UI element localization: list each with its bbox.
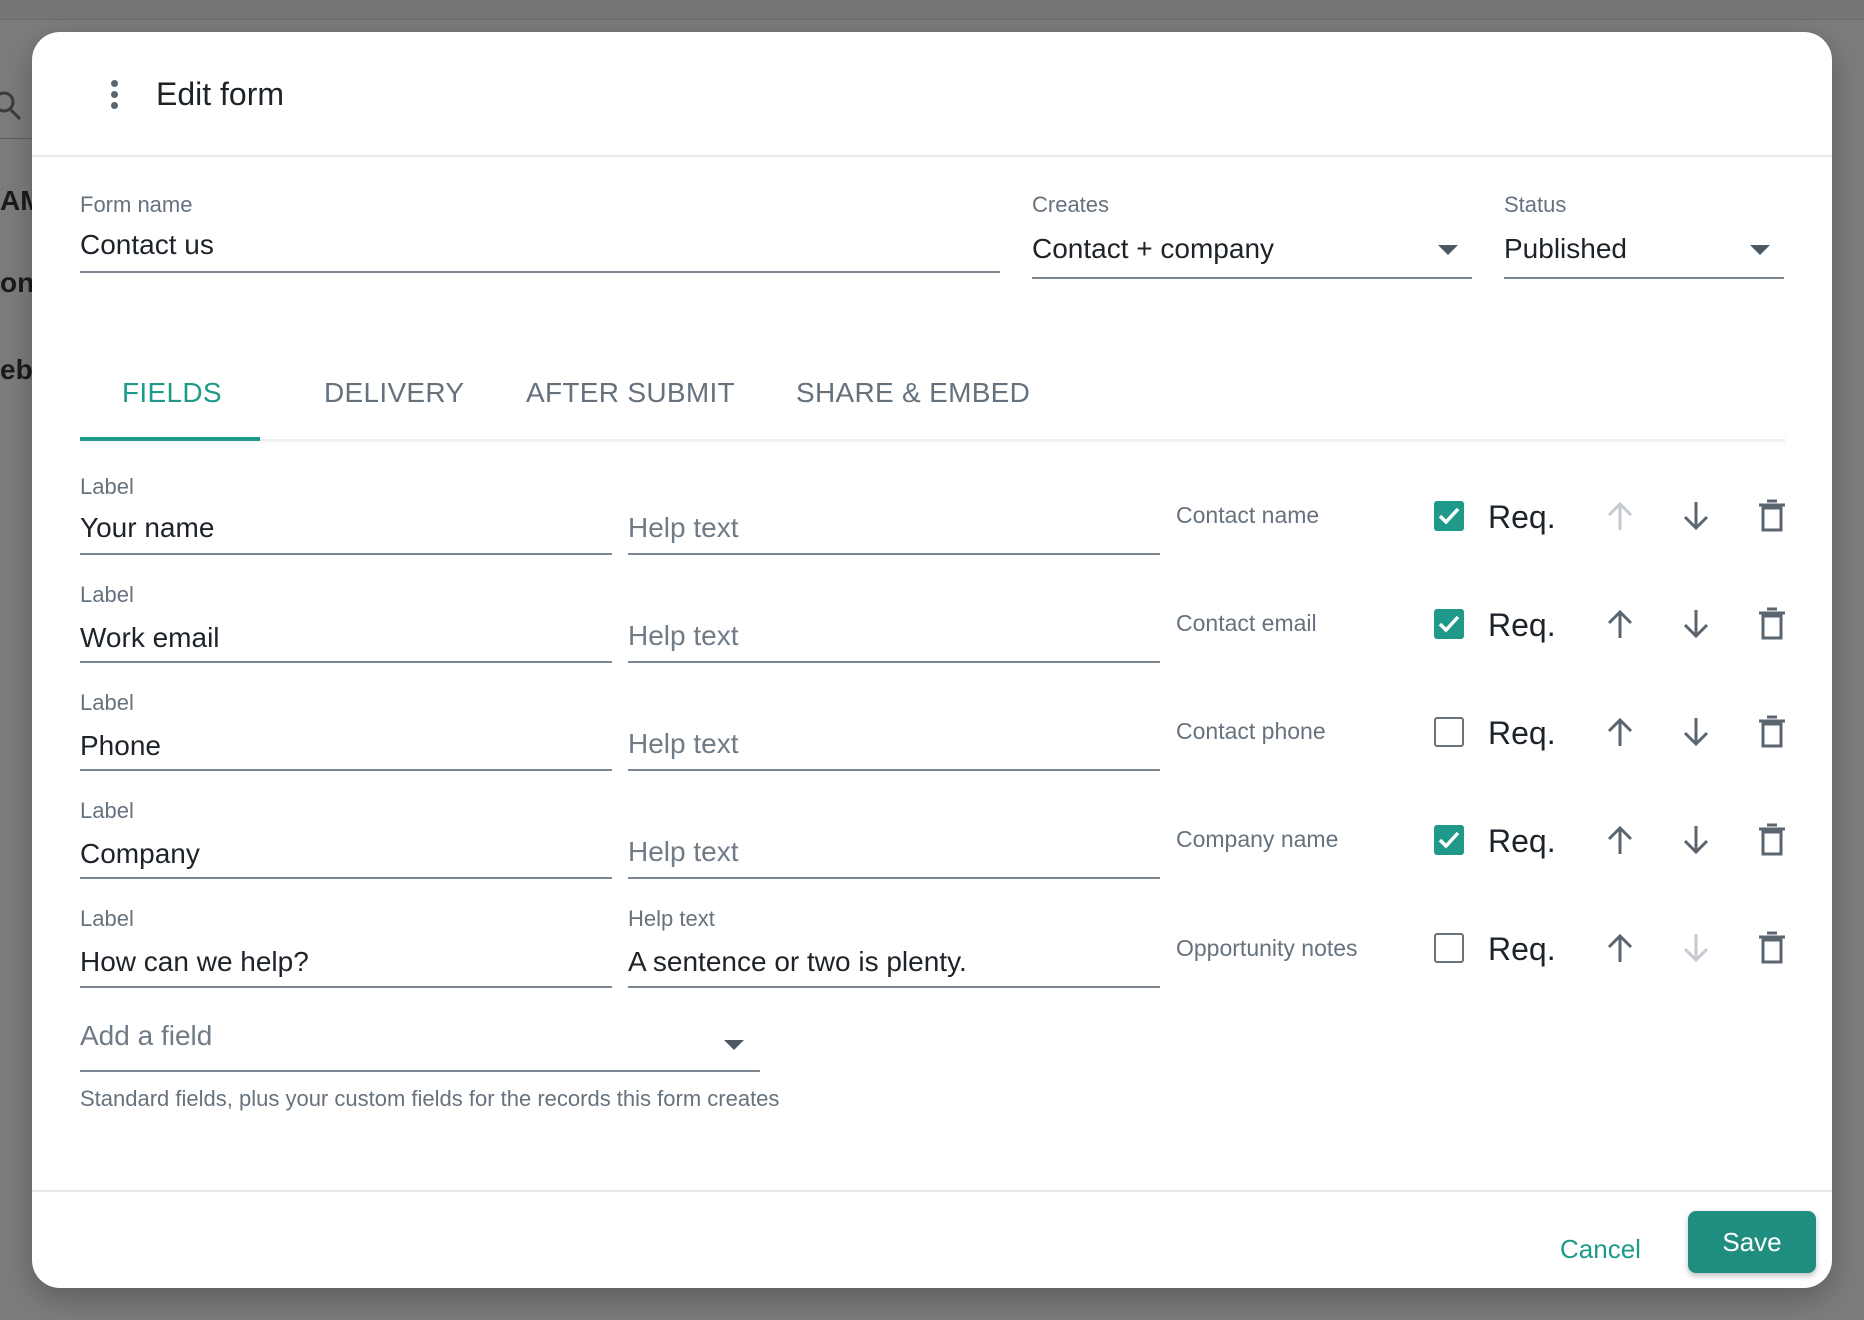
tab-share-embed[interactable]: SHARE & EMBED xyxy=(796,377,1030,409)
tab-after-submit[interactable]: AFTER SUBMIT xyxy=(526,377,735,409)
background-search-icon xyxy=(0,90,24,121)
help-text-input[interactable]: Help text xyxy=(628,728,739,760)
arrow-up-icon[interactable] xyxy=(1602,930,1638,966)
field-row: Label Phone Help text Contact phone Req. xyxy=(32,658,1832,771)
check-icon xyxy=(1438,615,1460,633)
field-mapping: Company name xyxy=(1176,826,1339,852)
help-text-input[interactable]: Help text xyxy=(628,836,739,868)
required-checkbox[interactable] xyxy=(1434,609,1464,639)
field-mapping: Contact phone xyxy=(1176,718,1326,744)
arrow-down-icon[interactable] xyxy=(1678,606,1714,642)
form-name-underline xyxy=(80,271,1000,273)
status-label: Status xyxy=(1504,192,1567,217)
delete-icon[interactable] xyxy=(1754,714,1790,750)
arrow-up-icon[interactable] xyxy=(1602,498,1638,534)
label-caption: Label xyxy=(80,474,134,499)
add-field-helper-text: Standard fields, plus your custom fields… xyxy=(80,1086,780,1111)
field-row: Label Work email Help text Contact email… xyxy=(32,550,1832,663)
chevron-down-icon[interactable] xyxy=(1750,245,1770,255)
required-label: Req. xyxy=(1488,607,1556,643)
field-label-input[interactable]: Work email xyxy=(80,622,220,654)
label-caption: Label xyxy=(80,798,134,823)
chevron-down-icon[interactable] xyxy=(724,1040,744,1050)
field-label-input[interactable]: Phone xyxy=(80,730,161,762)
field-row: Label Company Help text Company name Req… xyxy=(32,766,1832,879)
required-checkbox[interactable] xyxy=(1434,717,1464,747)
field-label-input[interactable]: Company xyxy=(80,838,200,870)
required-checkbox[interactable] xyxy=(1434,501,1464,531)
background-app-bar xyxy=(0,0,1864,20)
form-tabs: FIELDS DELIVERY AFTER SUBMIT SHARE & EMB… xyxy=(80,337,1785,441)
more-vert-icon[interactable] xyxy=(102,80,126,114)
arrow-down-icon[interactable] xyxy=(1678,714,1714,750)
help-caption: Help text xyxy=(628,906,715,931)
chevron-down-icon[interactable] xyxy=(1438,245,1458,255)
field-mapping: Opportunity notes xyxy=(1176,935,1358,961)
active-tab-indicator xyxy=(80,437,260,441)
help-text-input[interactable]: Help text xyxy=(628,512,739,544)
status-value[interactable]: Published xyxy=(1504,233,1627,265)
add-field-placeholder[interactable]: Add a field xyxy=(80,1020,212,1052)
field-mapping: Contact name xyxy=(1176,502,1320,528)
dialog-footer: Cancel Save xyxy=(32,1190,1832,1288)
form-name-input[interactable]: Contact us xyxy=(80,229,214,261)
label-caption: Label xyxy=(80,690,134,715)
required-checkbox[interactable] xyxy=(1434,933,1464,963)
required-label: Req. xyxy=(1488,715,1556,751)
field-mapping: Contact email xyxy=(1176,610,1317,636)
arrow-down-icon[interactable] xyxy=(1678,930,1714,966)
field-label-input[interactable]: How can we help? xyxy=(80,946,309,978)
delete-icon[interactable] xyxy=(1754,606,1790,642)
label-caption: Label xyxy=(80,906,134,931)
delete-icon[interactable] xyxy=(1754,498,1790,534)
dialog-title: Edit form xyxy=(156,76,285,112)
required-label: Req. xyxy=(1488,499,1556,535)
creates-value[interactable]: Contact + company xyxy=(1032,233,1274,265)
check-icon xyxy=(1438,507,1460,525)
form-name-label: Form name xyxy=(80,192,193,217)
label-caption: Label xyxy=(80,582,134,607)
cancel-button[interactable]: Cancel xyxy=(1560,1234,1641,1265)
required-label: Req. xyxy=(1488,823,1556,859)
check-icon xyxy=(1438,831,1460,849)
arrow-up-icon[interactable] xyxy=(1602,822,1638,858)
field-label-input[interactable]: Your name xyxy=(80,512,214,544)
arrow-up-icon[interactable] xyxy=(1602,606,1638,642)
required-checkbox[interactable] xyxy=(1434,825,1464,855)
tab-fields[interactable]: FIELDS xyxy=(122,377,222,409)
save-button[interactable]: Save xyxy=(1688,1211,1816,1273)
help-text-input[interactable]: A sentence or two is plenty. xyxy=(628,946,967,978)
help-text-input[interactable]: Help text xyxy=(628,620,739,652)
creates-label: Creates xyxy=(1032,192,1110,217)
delete-icon[interactable] xyxy=(1754,930,1790,966)
status-underline xyxy=(1504,277,1784,279)
required-label: Req. xyxy=(1488,931,1556,967)
add-field-underline xyxy=(80,1070,760,1072)
arrow-up-icon[interactable] xyxy=(1602,714,1638,750)
edit-form-dialog: Edit form Form name Contact us Creates C… xyxy=(32,32,1832,1288)
help-text-underline xyxy=(628,986,1160,988)
delete-icon[interactable] xyxy=(1754,822,1790,858)
tab-delivery[interactable]: DELIVERY xyxy=(324,377,464,409)
arrow-down-icon[interactable] xyxy=(1678,822,1714,858)
field-label-underline xyxy=(80,986,612,988)
creates-underline xyxy=(1032,277,1472,279)
dialog-header: Edit form xyxy=(32,32,1832,157)
field-row: Label How can we help? Help text A sente… xyxy=(32,874,1832,988)
arrow-down-icon[interactable] xyxy=(1678,498,1714,534)
field-row: Label Your name Help text Contact name R… xyxy=(32,442,1832,555)
